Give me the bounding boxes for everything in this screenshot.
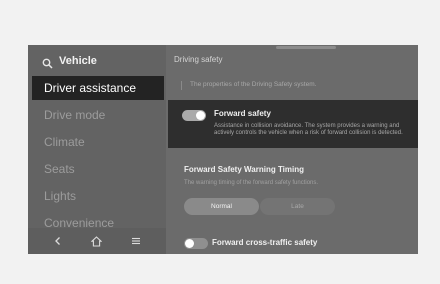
sidebar-header[interactable]: Vehicle [42,53,97,69]
forward-safety-card[interactable]: Forward safety Assistance in collision a… [168,100,418,148]
cross-traffic-toggle[interactable] [184,238,208,249]
sidebar-item-label: Drive mode [44,108,106,122]
sidebar-item-label: Climate [44,135,85,149]
home-icon[interactable] [89,233,105,249]
settings-content: Driving safety The properties of the Dri… [166,45,418,254]
forward-safety-description: Assistance in collision avoidance. The s… [214,123,403,136]
sidebar-item-seats[interactable]: Seats [28,157,166,181]
forward-safety-toggle[interactable] [182,110,206,121]
sidebar-item-drive-mode[interactable]: Drive mode [28,103,166,127]
bottom-nav-bar [28,228,166,254]
sidebar-item-label: Driver assistance [44,81,137,95]
option-label: Late [291,203,304,210]
option-label: Normal [211,203,232,210]
sidebar-item-lights[interactable]: Lights [28,184,166,208]
sidebar-item-climate[interactable]: Climate [28,130,166,154]
section-divider [181,81,182,90]
search-icon[interactable] [42,56,53,69]
sidebar-item-label: Seats [44,162,75,176]
timing-option-normal[interactable]: Normal [184,198,259,215]
sidebar-item-driver-assistance[interactable]: Driver assistance [32,76,164,100]
menu-icon[interactable] [128,233,144,249]
page-description: The properties of the Driving Safety sys… [190,81,317,88]
warning-timing-description: The warning timing of the forward safety… [184,180,319,186]
forward-safety-title: Forward safety [214,109,271,118]
sidebar-title: Vehicle [59,55,97,67]
back-icon[interactable] [50,233,66,249]
timing-option-late[interactable]: Late [260,198,335,215]
warning-timing-title: Forward Safety Warning Timing [184,165,305,174]
infotainment-screen: Vehicle Driver assistance Drive mode Cli… [28,45,418,254]
sidebar-item-label: Lights [44,189,77,203]
toggle-knob [196,111,205,120]
sidebar: Vehicle Driver assistance Drive mode Cli… [28,45,166,254]
cross-traffic-title: Forward cross-traffic safety [212,238,318,247]
toggle-knob [185,239,194,248]
page-title: Driving safety [174,55,223,64]
